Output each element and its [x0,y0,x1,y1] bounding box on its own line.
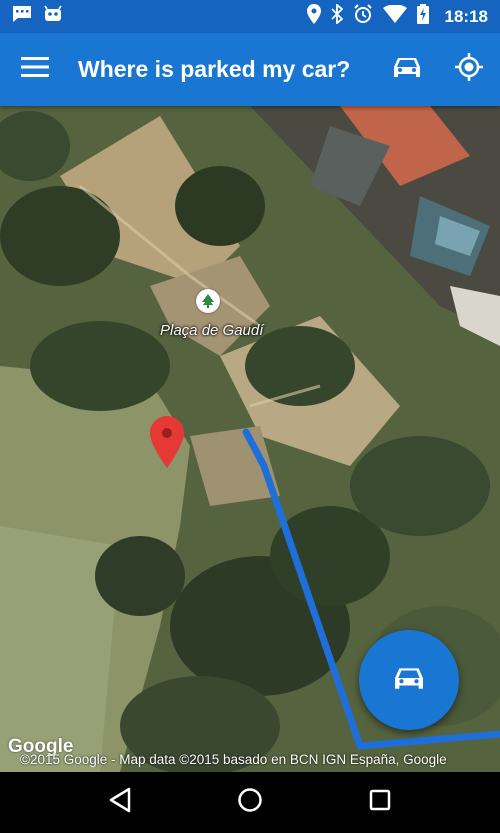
bluetooth-icon [330,3,343,29]
status-left [12,4,64,29]
my-location-button[interactable] [438,33,500,106]
home-button[interactable] [220,772,280,833]
back-icon [108,787,132,818]
status-bar: 18:18 [0,0,500,33]
map-attribution: ©2015 Google - Map data ©2015 basado en … [20,752,447,767]
car-icon [393,55,421,84]
park-tree-icon[interactable] [196,289,220,313]
android-robot-icon [42,4,64,29]
back-button[interactable] [90,772,150,833]
recents-icon [369,789,391,816]
wifi-icon [382,4,407,28]
menu-button[interactable] [0,33,70,106]
app-title: Where is parked my car? [78,56,351,82]
car-action-button[interactable] [376,33,438,106]
location-pin-icon [306,4,321,29]
chat-notification-icon [12,5,32,28]
status-time: 18:18 [444,6,488,26]
system-nav-bar [0,772,500,833]
find-car-fab[interactable] [359,630,459,730]
battery-charging-icon [416,4,429,29]
parked-car-marker[interactable] [150,416,184,468]
hamburger-menu-icon [21,57,49,82]
app-bar: Where is parked my car? [0,33,500,106]
status-right: 18:18 [306,3,488,29]
my-location-icon [454,52,484,87]
car-icon [394,665,424,696]
alarm-icon [353,4,373,29]
home-icon [237,787,263,818]
place-label[interactable]: Plaça de Gaudí [160,322,263,339]
recents-button[interactable] [350,772,410,833]
